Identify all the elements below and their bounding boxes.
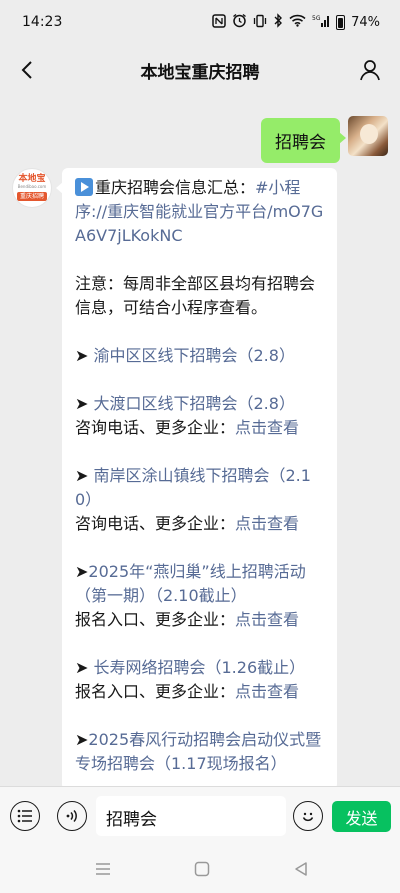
bot-logo-sub: Bendibao.com bbox=[17, 183, 47, 189]
voice-icon bbox=[66, 809, 77, 823]
list-item: ➤2025春风行动招聘会启动仪式暨专场招聘会（1.17现场报名） bbox=[75, 730, 322, 773]
view-link[interactable]: 点击查看 bbox=[235, 610, 299, 629]
nfc-icon bbox=[212, 13, 226, 31]
list-item: ➤2025年“燕归巢”线上招聘活动（第一期）（2.10截止） 报名入口、更多企业：… bbox=[75, 562, 306, 629]
chat-title: 本地宝重庆招聘 bbox=[140, 62, 260, 83]
user-avatar[interactable] bbox=[348, 116, 388, 156]
square-icon bbox=[194, 861, 210, 877]
battery-level: 74% bbox=[351, 14, 380, 30]
outgoing-bubble[interactable]: 招聘会 bbox=[261, 118, 346, 163]
summary-paragraph: 重庆招聘会信息汇总：#小程序://重庆智能就业官方平台/mO7GA6V7jLKo… bbox=[75, 178, 324, 245]
bluetooth-icon bbox=[273, 13, 283, 31]
menu-button[interactable] bbox=[10, 801, 40, 831]
list-item: ➤ 渝中区区线下招聘会（2.8） bbox=[75, 346, 295, 365]
recent-apps-button[interactable] bbox=[92, 858, 114, 880]
voice-button[interactable] bbox=[57, 801, 87, 831]
system-nav-bar bbox=[0, 846, 400, 893]
input-bar: 招聘会 发送 bbox=[0, 786, 400, 846]
view-link[interactable]: 点击查看 bbox=[235, 514, 299, 533]
outgoing-message: 招聘会 bbox=[261, 116, 388, 163]
event-link[interactable]: 2025春风行动招聘会启动仪式暨专场招聘会（1.17现场报名） bbox=[75, 730, 321, 773]
event-link[interactable]: 长寿网络招聘会（1.26截止） bbox=[94, 658, 306, 677]
bot-logo-text: 本地宝 bbox=[18, 173, 46, 184]
notice-paragraph: 注意：每周非全部区县均有招聘会信息，可结合小程序查看。 bbox=[75, 274, 316, 317]
triangle-back-icon bbox=[295, 862, 307, 876]
chevron-left-icon bbox=[21, 61, 32, 79]
view-link[interactable]: 点击查看 bbox=[235, 682, 299, 701]
list-item: ➤ 南岸区涂山镇线下招聘会（2.10） 咨询电话、更多企业：点击查看 bbox=[75, 466, 311, 533]
smile-icon bbox=[302, 812, 314, 822]
back-button[interactable] bbox=[14, 57, 40, 83]
event-link[interactable]: 大渡口区线下招聘会（2.8） bbox=[94, 394, 295, 413]
incoming-message: 本地宝 Bendibao.com 重庆招聘 重庆招聘会信息汇总：#小程序://重… bbox=[12, 168, 337, 786]
battery-icon bbox=[336, 14, 346, 30]
vibrate-icon bbox=[253, 14, 267, 31]
event-link[interactable]: 2025年“燕归巢”线上招聘活动（第一期）（2.10截止） bbox=[75, 562, 306, 605]
bot-logo-badge: 重庆招聘 bbox=[16, 191, 47, 202]
message-input[interactable]: 招聘会 bbox=[96, 796, 286, 836]
chat-messages[interactable]: 招聘会 本地宝 Bendibao.com 重庆招聘 重庆招聘会信息汇总：#小程序… bbox=[0, 96, 400, 786]
system-back-button[interactable] bbox=[290, 858, 312, 880]
emoji-button[interactable] bbox=[293, 801, 323, 831]
svg-text:5G: 5G bbox=[312, 15, 321, 22]
person-icon bbox=[360, 60, 380, 81]
status-icons: 5G 74% bbox=[212, 13, 380, 31]
bot-avatar[interactable]: 本地宝 Bendibao.com 重庆招聘 bbox=[12, 168, 52, 208]
list-icon bbox=[17, 809, 32, 823]
list-item: ➤ 长寿网络招聘会（1.26截止） 报名入口、更多企业：点击查看 bbox=[75, 658, 306, 701]
event-link[interactable]: 南岸区涂山镇线下招聘会（2.10） bbox=[75, 466, 311, 509]
home-button[interactable] bbox=[191, 858, 213, 880]
list-item: ➤ 大渡口区线下招聘会（2.8） 咨询电话、更多企业：点击查看 bbox=[75, 394, 300, 437]
event-link[interactable]: 渝中区区线下招聘会（2.8） bbox=[94, 346, 295, 365]
menu-icon bbox=[96, 863, 110, 875]
send-button[interactable]: 发送 bbox=[332, 801, 391, 832]
chat-header: 本地宝重庆招聘 bbox=[0, 44, 400, 96]
play-icon bbox=[75, 178, 93, 196]
incoming-bubble: 重庆招聘会信息汇总：#小程序://重庆智能就业官方平台/mO7GA6V7jLKo… bbox=[56, 168, 337, 786]
wifi-icon bbox=[289, 14, 306, 30]
profile-button[interactable] bbox=[356, 56, 384, 84]
status-bar: 14:23 5G 74% bbox=[0, 0, 400, 44]
status-time: 14:23 bbox=[22, 14, 63, 30]
view-link[interactable]: 点击查看 bbox=[235, 418, 299, 437]
signal-5g-icon: 5G bbox=[312, 14, 330, 31]
alarm-icon bbox=[232, 13, 247, 31]
